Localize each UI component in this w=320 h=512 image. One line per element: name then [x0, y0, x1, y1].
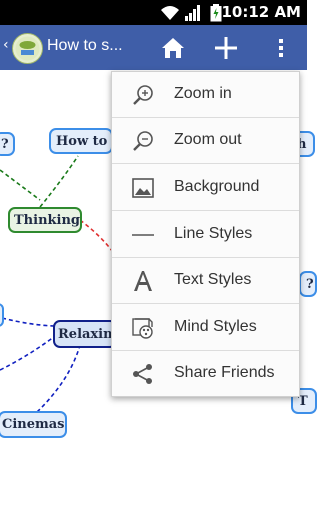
menu-item-zoom-out[interactable]: Zoom out [112, 118, 299, 164]
status-time: 10:12 AM [221, 3, 301, 21]
wifi-icon [161, 6, 179, 20]
battery-icon [210, 4, 222, 22]
menu-item-label: Background [174, 178, 260, 195]
link-thinking-relaxing [79, 219, 114, 253]
menu-item-line-styles[interactable]: Line Styles [112, 212, 299, 258]
node-partial-right-mid[interactable]: ? [299, 271, 317, 297]
node-partial-left-blue[interactable] [0, 303, 4, 327]
link-relaxing-left-top [1, 317, 55, 327]
link-thinking-left [0, 169, 41, 201]
menu-item-label: Share Friends [174, 364, 275, 381]
zoom-out-icon [133, 131, 153, 151]
node-label: Thinking [14, 213, 81, 228]
palette-icon [132, 318, 153, 339]
menu-item-label: Zoom in [174, 85, 232, 102]
menu-item-mind-styles[interactable]: Mind Styles [112, 305, 299, 351]
share-icon [133, 364, 152, 384]
action-bar: ‹ How to s... [0, 25, 307, 70]
node-how-to[interactable]: How to ? [49, 128, 120, 154]
node-label: How to ? [56, 134, 120, 149]
node-label: Cinemas [2, 417, 65, 432]
add-icon[interactable] [211, 33, 241, 63]
app-logo-icon[interactable] [12, 33, 43, 64]
back-chevron-icon[interactable]: ‹ [3, 37, 9, 53]
app-title[interactable]: How to s... [47, 37, 123, 55]
link-thinking-howto [39, 155, 79, 208]
home-icon[interactable] [158, 33, 188, 63]
menu-item-background[interactable]: Background [112, 165, 299, 211]
node-relaxing[interactable]: Relaxing [53, 320, 122, 348]
line-icon [132, 234, 154, 236]
text-a-icon [134, 271, 152, 291]
node-label: ? [306, 277, 314, 292]
signal-icon [185, 5, 200, 21]
overflow-menu: Zoom in Zoom out Background Line Styles … [111, 71, 300, 397]
menu-item-zoom-in[interactable]: Zoom in [112, 72, 299, 118]
overflow-menu-icon[interactable] [266, 33, 296, 63]
menu-item-text-styles[interactable]: Text Styles [112, 258, 299, 304]
menu-item-label: Text Styles [174, 271, 252, 288]
node-label: ? [1, 137, 9, 152]
node-partial-left[interactable]: ? [0, 132, 15, 156]
link-relaxing-left-mid [0, 335, 56, 371]
menu-item-label: Line Styles [174, 225, 253, 242]
menu-item-label: Mind Styles [174, 318, 257, 335]
menu-item-label: Zoom out [174, 131, 242, 148]
link-relaxing-cinemas [36, 344, 81, 413]
status-bar: 10:12 AM [0, 0, 307, 25]
node-thinking[interactable]: Thinking [8, 207, 82, 233]
image-icon [132, 178, 154, 198]
zoom-in-icon [133, 85, 153, 105]
node-cinemas[interactable]: Cinemas [0, 411, 67, 438]
menu-item-share-friends[interactable]: Share Friends [112, 351, 299, 397]
